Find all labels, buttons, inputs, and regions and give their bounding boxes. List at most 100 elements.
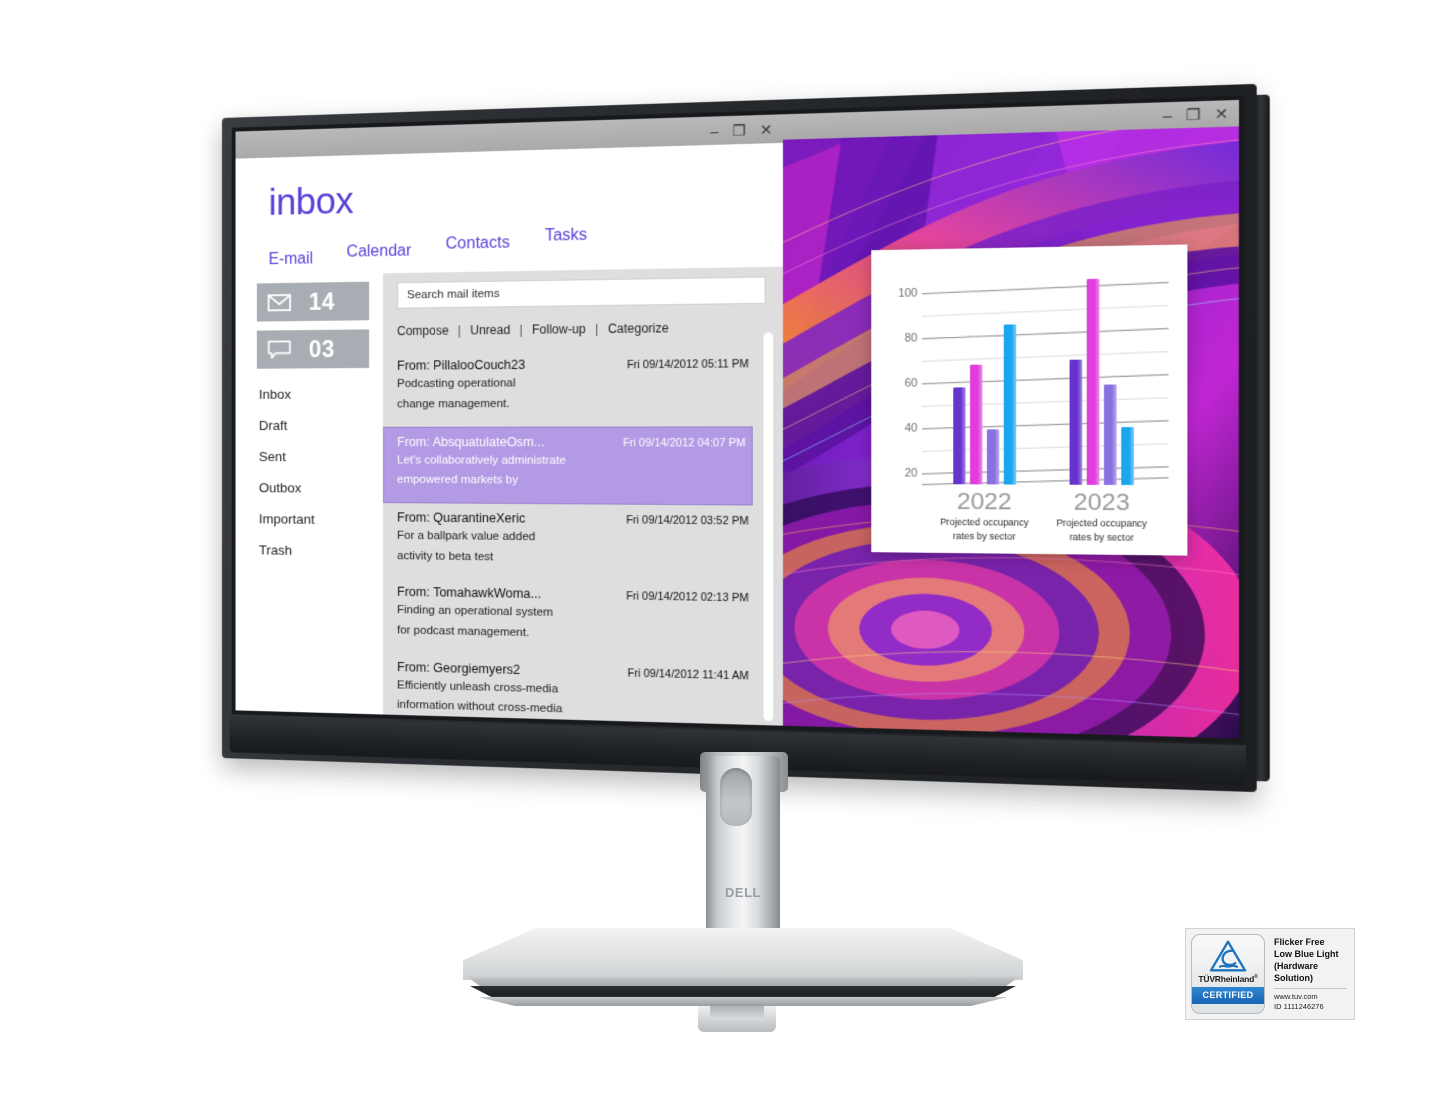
message-date: Fri 09/14/2012 04:07 PM: [622, 436, 746, 450]
bar-group-2022: [926, 262, 1042, 485]
maximize-icon[interactable]: ❐: [1186, 106, 1201, 124]
list-item[interactable]: From: TomahawkWoma... Fri 09/14/2012 02:…: [383, 577, 755, 660]
bar-2023-sector-b: [1086, 278, 1100, 485]
chart-grid: [922, 260, 1169, 486]
message-sender: From: Georgiemyers2: [397, 659, 521, 677]
message-date: Fri 09/14/2012 05:11 PM: [626, 358, 749, 372]
mail-application-window: – ❐ ✕ inbox E-mail Calendar Contacts Tas…: [235, 114, 784, 726]
mail-nav-tabs: E-mail Calendar Contacts Tasks: [269, 222, 784, 268]
message-snippet-line2: for podcast management.: [397, 624, 530, 640]
tuv-org-name: TÜVRheinland®: [1198, 974, 1258, 984]
sidebar-item-draft[interactable]: Draft: [257, 418, 383, 450]
monitor-side-edge: [1254, 94, 1270, 782]
list-item-selected[interactable]: From: AbsquatulateOsm... Fri 09/14/2012 …: [383, 425, 754, 506]
bar-group-2023: [1043, 260, 1162, 486]
monitor-screen: – ❐ ✕ inbox E-mail Calendar Contacts Tas…: [235, 99, 1240, 739]
wallpaper-window: – ❐ ✕ 100 80 60 40 20 2022 Projected occ…: [783, 99, 1240, 739]
speech-bubble-icon: [268, 340, 297, 359]
minimize-icon[interactable]: –: [710, 122, 718, 139]
tuv-website: www.tuv.com: [1274, 991, 1318, 1001]
message-date: Fri 09/14/2012 11:41 AM: [627, 666, 749, 683]
x-group-2023: 2023 Projected occupancy rates by sector: [1043, 488, 1162, 545]
dell-logo: DELL: [725, 885, 761, 900]
bar-2022-sector-c: [986, 429, 999, 485]
x-caption-2022-line2: rates by sector: [952, 530, 1016, 543]
list-item[interactable]: From: QuarantineXeric Fri 09/14/2012 03:…: [383, 503, 755, 583]
message-snippet-line2: activity to beta test: [397, 549, 494, 563]
unread-filter[interactable]: Unread: [470, 323, 510, 338]
message-count: 03: [308, 335, 335, 362]
sidebar-item-sent[interactable]: Sent: [257, 449, 383, 481]
mail-sidebar: 14 03 Inbox Draft Sent Outbox Important …: [256, 273, 383, 714]
sidebar-item-important[interactable]: Important: [257, 511, 383, 543]
action-separator: |: [595, 321, 599, 337]
envelope-icon: [268, 293, 297, 311]
x-label-2022: 2022: [956, 487, 1012, 515]
sidebar-item-inbox[interactable]: Inbox: [257, 386, 383, 418]
chart-bars: [922, 260, 1168, 486]
monitor-stand-column: DELL: [706, 756, 780, 936]
message-counter[interactable]: 03: [256, 329, 370, 369]
monitor-chassis: – ❐ ✕ inbox E-mail Calendar Contacts Tas…: [222, 83, 1270, 793]
message-snippet-line1: For a ballpark value added: [397, 529, 536, 544]
product-render-stage: – ❐ ✕ inbox E-mail Calendar Contacts Tas…: [0, 0, 1445, 1108]
action-separator: |: [519, 322, 523, 338]
monitor-base-top: [463, 928, 1023, 980]
mail-window-body: inbox E-mail Calendar Contacts Tasks 14 …: [235, 142, 784, 726]
mail-action-bar: Compose | Unread | Follow-up | Categoriz…: [383, 304, 783, 352]
x-caption-2023-line2: rates by sector: [1069, 531, 1134, 544]
sidebar-item-outbox[interactable]: Outbox: [257, 480, 383, 512]
compose-button[interactable]: Compose: [397, 324, 449, 339]
unread-mail-counter[interactable]: 14: [256, 281, 370, 322]
minimize-icon[interactable]: –: [1163, 106, 1172, 124]
tuv-footer: www.tuv.com ID 1111246276: [1274, 987, 1347, 1012]
list-item[interactable]: From: PillalooCouch23 Fri 09/14/2012 05:…: [383, 349, 755, 427]
message-snippet-line1: Podcasting operational: [397, 377, 516, 391]
bar-chart-card: 100 80 60 40 20 2022 Projected occupancy…: [871, 244, 1187, 556]
tuv-claim-hardware: (Hardware: [1274, 960, 1319, 971]
y-tick-40: 40: [904, 421, 918, 435]
x-caption-2023-line1: Projected occupancy: [1056, 517, 1148, 530]
followup-filter[interactable]: Follow-up: [532, 322, 586, 337]
tab-email[interactable]: E-mail: [269, 250, 313, 269]
categorize-button[interactable]: Categorize: [608, 321, 669, 336]
message-snippet-line1: Finding an operational system: [397, 604, 554, 620]
message-date: Fri 09/14/2012 03:52 PM: [626, 513, 749, 528]
tab-contacts[interactable]: Contacts: [446, 234, 510, 254]
mail-header: inbox E-mail Calendar Contacts Tasks: [236, 143, 784, 276]
list-item[interactable]: From: Georgiemyers2 Fri 09/14/2012 11:41…: [383, 652, 755, 726]
bar-2022-sector-a: [952, 387, 966, 485]
cable-management-slot: [720, 768, 752, 826]
x-caption-2022-line1: Projected occupancy: [940, 516, 1029, 529]
message-sender: From: AbsquatulateOsm...: [397, 434, 545, 449]
maximize-icon[interactable]: ❐: [732, 121, 745, 138]
scrollbar-thumb[interactable]: [763, 332, 774, 722]
close-icon[interactable]: ✕: [760, 120, 773, 137]
tuv-claims-block: Flicker Free Low Blue Light (Hardware So…: [1272, 934, 1349, 1014]
close-icon[interactable]: ✕: [1215, 105, 1229, 123]
mail-folder-list: Inbox Draft Sent Outbox Important Trash: [257, 386, 383, 575]
tab-calendar[interactable]: Calendar: [347, 242, 412, 262]
sidebar-item-trash[interactable]: Trash: [257, 542, 383, 575]
registered-mark-icon: ®: [1254, 974, 1258, 981]
mail-main-area: 14 03 Inbox Draft Sent Outbox Important …: [236, 266, 784, 726]
action-separator: |: [457, 323, 462, 338]
bar-2023-sector-d: [1121, 427, 1134, 486]
y-tick-100: 100: [898, 286, 918, 300]
tuv-id: ID 1111246276: [1274, 1001, 1324, 1011]
bar-2022-sector-d: [1003, 324, 1016, 485]
tuv-claims: Flicker Free Low Blue Light (Hardware So…: [1274, 937, 1347, 985]
message-sender: From: TomahawkWoma...: [397, 584, 542, 602]
message-snippet-line1: Let's collaboratively administrate: [397, 453, 566, 467]
x-label-2023: 2023: [1073, 488, 1130, 516]
chart-plot-area: 100 80 60 40 20: [884, 260, 1169, 486]
tuv-logo-block: TÜVRheinland® CERTIFIED: [1191, 934, 1265, 1014]
y-tick-20: 20: [904, 466, 918, 480]
message-date: Fri 09/14/2012 02:13 PM: [626, 590, 749, 605]
bar-2023-sector-a: [1069, 359, 1083, 485]
mail-list-scrollbar[interactable]: [763, 332, 774, 722]
tab-tasks[interactable]: Tasks: [545, 226, 587, 245]
tuv-claim-solution: Solution): [1274, 972, 1313, 983]
chart-x-axis: 2022 Projected occupancy rates by sector…: [884, 484, 1168, 545]
message-sender: From: PillalooCouch23: [397, 357, 526, 374]
